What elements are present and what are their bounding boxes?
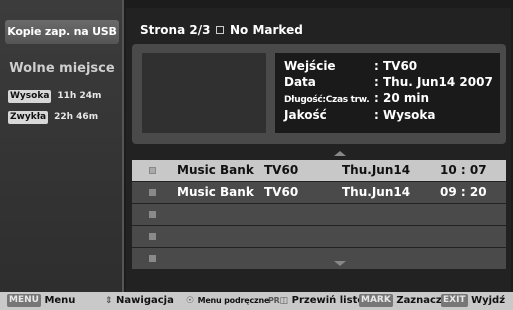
list-item[interactable]: [132, 226, 506, 247]
detail-quality: Jakość: Wysoka: [284, 108, 436, 122]
exit-key: EXIT: [441, 294, 468, 307]
recording-details: Wejście: TV60 Data: Thu. Jun14 2007 Dług…: [275, 53, 500, 133]
main-panel: Strona 2/3 No Marked Wejście: TV60 Data:…: [126, 8, 511, 292]
list-item[interactable]: Music Bank TV60 Thu.Jun14 09 : 20: [132, 182, 506, 203]
detail-duration: Długość:Czas trw.: 20 min: [284, 91, 430, 105]
menu-hint[interactable]: MENU Menu: [7, 292, 75, 310]
quality-row-high: Wysoka 11h 24m: [8, 89, 101, 103]
exit-hint[interactable]: EXIT Wyjdź: [441, 292, 505, 310]
scroll-hint[interactable]: PR◫ Przewiń listę: [268, 292, 364, 310]
list-item[interactable]: [132, 248, 506, 269]
quality-row-normal: Zwykła 22h 46m: [8, 110, 98, 124]
navigation-hint: ⇕ Nawigacja: [105, 292, 174, 310]
quality-badge: Zwykła: [8, 110, 49, 124]
preview-thumbnail: [142, 53, 266, 133]
checkbox-icon: [216, 26, 224, 34]
checkbox-icon[interactable]: [149, 233, 156, 240]
list-item[interactable]: Music Bank TV60 Thu.Jun14 10 : 07: [132, 160, 506, 181]
checkbox-icon[interactable]: [149, 211, 156, 218]
info-panel: Wejście: TV60 Data: Thu. Jun14 2007 Dług…: [132, 44, 506, 144]
checkbox-icon[interactable]: [149, 255, 156, 262]
submenu-hint[interactable]: ☉ Menu podręczne: [186, 292, 269, 310]
scroll-down-arrow-icon[interactable]: [334, 261, 346, 266]
sidebar: Kopie zap. na USB Wolne miejsce Wysoka 1…: [0, 0, 124, 292]
marked-status: No Marked: [230, 23, 303, 37]
list-item[interactable]: [132, 204, 506, 225]
list-header: Strona 2/3 No Marked: [126, 18, 511, 42]
menu-key: MENU: [7, 294, 41, 307]
checkbox-icon[interactable]: [149, 167, 156, 174]
up-down-arrows-icon: ⇕: [105, 296, 113, 306]
mark-key: MARK: [359, 294, 393, 307]
recordings-list: Music Bank TV60 Thu.Jun14 10 : 07 Music …: [132, 160, 506, 270]
page-indicator: Strona 2/3: [140, 23, 211, 37]
detail-date: Data: Thu. Jun14 2007: [284, 75, 493, 89]
quality-badge: Wysoka: [8, 89, 52, 103]
pr-key: PR: [268, 296, 280, 305]
quality-time: 22h 46m: [54, 112, 99, 122]
quality-time: 11h 24m: [57, 91, 102, 101]
footer-help-bar: MENU Menu ⇕ Nawigacja ☉ Menu podręczne P…: [0, 292, 513, 310]
ok-circle-icon: ☉: [186, 296, 195, 306]
detail-input: Wejście: TV60: [284, 59, 418, 73]
free-space-label: Wolne miejsce: [9, 61, 115, 76]
pr-updown-icon: ◫: [279, 296, 289, 306]
sidebar-title: Kopie zap. na USB: [5, 20, 119, 44]
mark-hint[interactable]: MARK Zaznacz: [359, 292, 442, 310]
checkbox-icon[interactable]: [149, 189, 156, 196]
scroll-up-arrow-icon[interactable]: [334, 151, 346, 156]
